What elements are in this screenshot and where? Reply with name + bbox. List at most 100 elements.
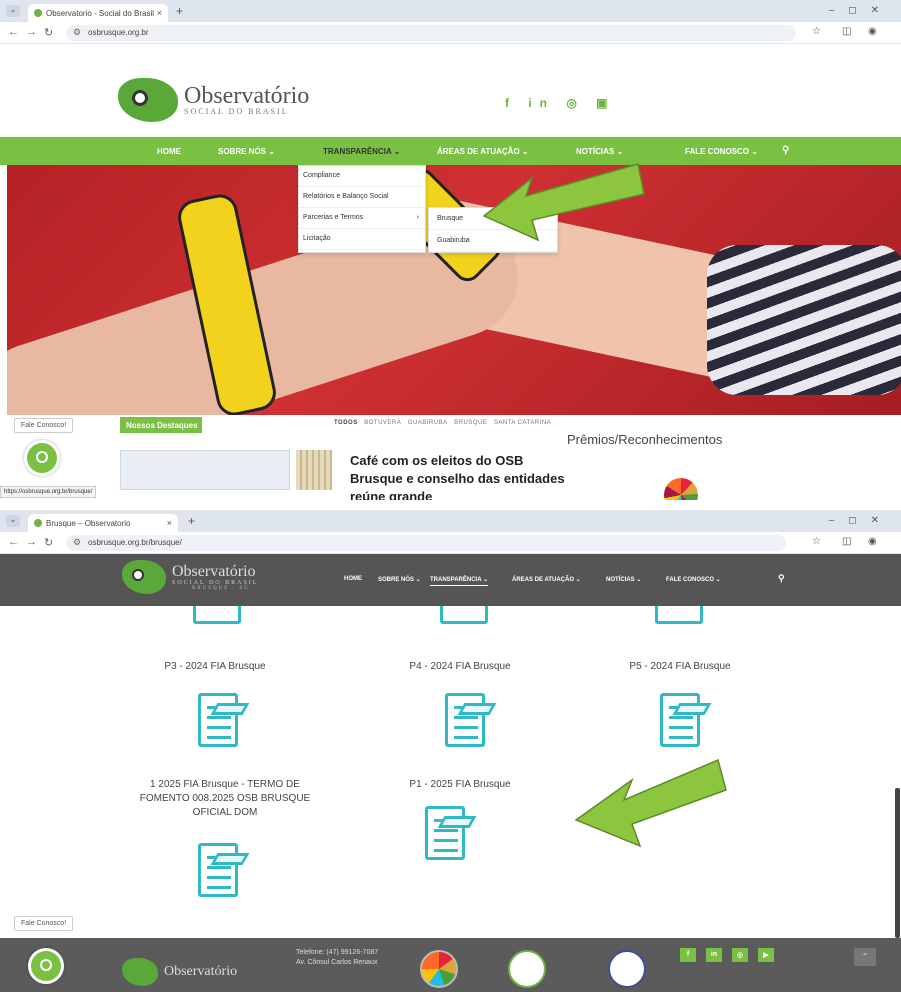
magnifier-icon	[132, 569, 144, 581]
window-controls[interactable]: –◻✕	[829, 515, 893, 526]
filter-todos[interactable]: TODOS	[334, 420, 358, 426]
whatsapp-button[interactable]	[24, 440, 60, 476]
site-logo[interactable]: Observatório SOCIAL DO BRASIL	[118, 78, 309, 122]
menu-noticias[interactable]: NOTÍCIAS ⌄	[576, 147, 623, 156]
news-title[interactable]: Café com os eleitos do OSB Brusque e con…	[350, 452, 565, 500]
footer-address: Av. Cônsul Carlos Renaux	[296, 959, 378, 966]
social-icons[interactable]: f in ◎ ▣	[505, 96, 615, 110]
status-url: https://osbrusque.org.br/brusque/	[0, 486, 97, 498]
linkedin-icon[interactable]: in	[706, 948, 722, 962]
document-icon[interactable]	[198, 843, 250, 903]
menu-home[interactable]: HOME	[157, 147, 181, 156]
site-info-icon[interactable]: ⚙	[73, 27, 81, 38]
news-thumbnail[interactable]	[120, 450, 290, 490]
document-icon[interactable]	[193, 606, 241, 624]
url-field[interactable]: ⚙ osbrusque.org.br	[66, 25, 796, 41]
document-title-p1-2025[interactable]: P1 - 2025 FIA Brusque	[390, 778, 530, 792]
address-bar: ← → ↻ ⚙ osbrusque.org.br ☆ ◫ ◉	[0, 22, 901, 44]
transparencia-dropdown: Compliance Relatórios e Balanço Social P…	[298, 165, 426, 253]
document-icon[interactable]	[445, 693, 497, 753]
tab-close-icon[interactable]: ×	[157, 8, 162, 18]
dropdown-item-parcerias[interactable]: Parcerias e Termos ›	[299, 208, 425, 229]
back-icon[interactable]: ←	[8, 26, 19, 38]
document-icon[interactable]	[425, 806, 477, 866]
profile-icon[interactable]: ◉	[868, 536, 877, 547]
bookmark-star-icon[interactable]: ☆	[812, 26, 821, 37]
new-tab-button[interactable]: +	[188, 514, 195, 528]
document-title-termo-fomento[interactable]: 1 2025 FIA Brusque - TERMO DE FOMENTO 00…	[130, 778, 320, 820]
sticky-header: Observatório SOCIAL DO BRASIL BRUSQUE - …	[0, 554, 901, 606]
browser-tab-bar: ⌄ Observatorio - Social do Brasil × + –◻…	[0, 0, 901, 22]
document-icon[interactable]	[440, 606, 488, 624]
dropdown-item-licitacao[interactable]: Licitação	[299, 229, 425, 250]
footer-logo-name: Observatório	[164, 964, 238, 979]
browser-tab[interactable]: Observatorio - Social do Brasil ×	[28, 4, 168, 22]
dropdown-label: Parcerias e Termos	[303, 214, 364, 221]
forward-icon[interactable]: →	[26, 26, 37, 38]
filter-santa-catarina[interactable]: SANTA CATARINA	[494, 420, 551, 426]
forward-icon[interactable]: →	[26, 536, 37, 548]
instagram-icon[interactable]: ◎	[732, 948, 748, 962]
filter-brusque[interactable]: BRUSQUE	[454, 420, 487, 426]
menu-sobre-nos[interactable]: SOBRE NÓS ⌄	[378, 576, 421, 583]
back-icon[interactable]: ←	[8, 536, 19, 548]
dropdown-item-compliance[interactable]: Compliance	[299, 166, 425, 187]
news-thumbnail-strip	[296, 450, 332, 490]
chevron-right-icon: ›	[416, 214, 419, 221]
menu-fale-conosco[interactable]: FALE CONOSCO ⌄	[666, 576, 721, 583]
screenshot-home: ⌄ Observatorio - Social do Brasil × + –◻…	[0, 0, 901, 500]
extensions-icon[interactable]: ◫	[842, 536, 851, 547]
fale-conosco-popup[interactable]: Fale Conosco!	[14, 418, 74, 433]
url-field[interactable]: ⚙ osbrusque.org.br/brusque/	[66, 535, 786, 551]
reload-icon[interactable]: ↻	[44, 536, 53, 549]
footer-logo[interactable]: Observatório	[122, 958, 237, 986]
menu-noticias[interactable]: NOTÍCIAS ⌄	[606, 576, 641, 583]
menu-areas[interactable]: ÁREAS DE ATUAÇÃO ⌄	[437, 147, 529, 156]
document-title-p4-2024[interactable]: P4 - 2024 FIA Brusque	[390, 660, 530, 674]
main-menu: HOME SOBRE NÓS ⌄ TRANSPARÊNCIA ⌄ ÁREAS D…	[0, 137, 901, 165]
extensions-icon[interactable]: ◫	[842, 26, 851, 37]
scroll-top-button[interactable]: ⌃	[854, 948, 876, 966]
facebook-icon[interactable]: f	[680, 948, 696, 962]
document-icon[interactable]	[660, 693, 712, 753]
footer-phone: Telefone: (47) 99126-7087	[296, 949, 379, 956]
reload-icon[interactable]: ↻	[44, 26, 53, 39]
search-icon[interactable]: ⚲	[778, 573, 785, 584]
tab-close-icon[interactable]: ×	[167, 518, 172, 528]
magnifier-icon	[132, 90, 148, 106]
whatsapp-icon	[40, 959, 52, 971]
menu-transparencia[interactable]: TRANSPARÊNCIA ⌄	[323, 147, 400, 156]
menu-fale-conosco[interactable]: FALE CONOSCO ⌄	[685, 147, 758, 156]
document-icon[interactable]	[198, 693, 250, 753]
site-logo[interactable]: Observatório SOCIAL DO BRASIL BRUSQUE - …	[122, 560, 258, 594]
profile-icon[interactable]: ◉	[868, 26, 877, 37]
tab-search-icon[interactable]: ⌄	[6, 515, 20, 527]
dropdown-item-relatorios[interactable]: Relatórios e Balanço Social	[299, 187, 425, 208]
youtube-icon[interactable]: ▶	[758, 948, 774, 962]
site-info-icon[interactable]: ⚙	[73, 537, 81, 548]
menu-home[interactable]: HOME	[344, 576, 362, 582]
tab-search-icon[interactable]: ⌄	[6, 5, 20, 17]
screenshot-brusque: ⌄ Brusque – Observatorio × + –◻✕ ← → ↻ ⚙…	[0, 510, 901, 992]
fale-conosco-popup[interactable]: Fale Conosco!	[14, 916, 74, 931]
filter-botuvera[interactable]: BOTUVERÁ	[364, 420, 401, 426]
document-title-p5-2024[interactable]: P5 - 2024 FIA Brusque	[610, 660, 750, 674]
search-icon[interactable]: ⚲	[782, 145, 789, 156]
document-icon[interactable]	[655, 606, 703, 624]
menu-areas[interactable]: ÁREAS DE ATUAÇÃO ⌄	[512, 576, 581, 583]
logo-tagline: SOCIAL DO BRASIL	[172, 579, 259, 586]
whatsapp-button[interactable]	[28, 948, 64, 984]
menu-transparencia[interactable]: TRANSPARÊNCIA ⌄	[430, 576, 489, 586]
bookmark-star-icon[interactable]: ☆	[812, 536, 821, 547]
filter-guabiruba[interactable]: GUABIRUBA	[408, 420, 448, 426]
logo-tagline: SOCIAL DO BRASIL	[184, 107, 289, 116]
page-scrollbar[interactable]	[895, 788, 900, 938]
document-title-p3-2024[interactable]: P3 - 2024 FIA Brusque	[145, 660, 285, 674]
logo-name: Observatório	[172, 562, 256, 580]
menu-sobre-nos[interactable]: SOBRE NÓS ⌄	[218, 147, 275, 156]
browser-tab[interactable]: Brusque – Observatorio ×	[28, 514, 178, 532]
new-tab-button[interactable]: +	[176, 4, 183, 18]
window-controls[interactable]: –◻✕	[829, 5, 893, 16]
certification-seal-icon	[608, 950, 646, 988]
logo-name: Observatório	[184, 83, 310, 109]
